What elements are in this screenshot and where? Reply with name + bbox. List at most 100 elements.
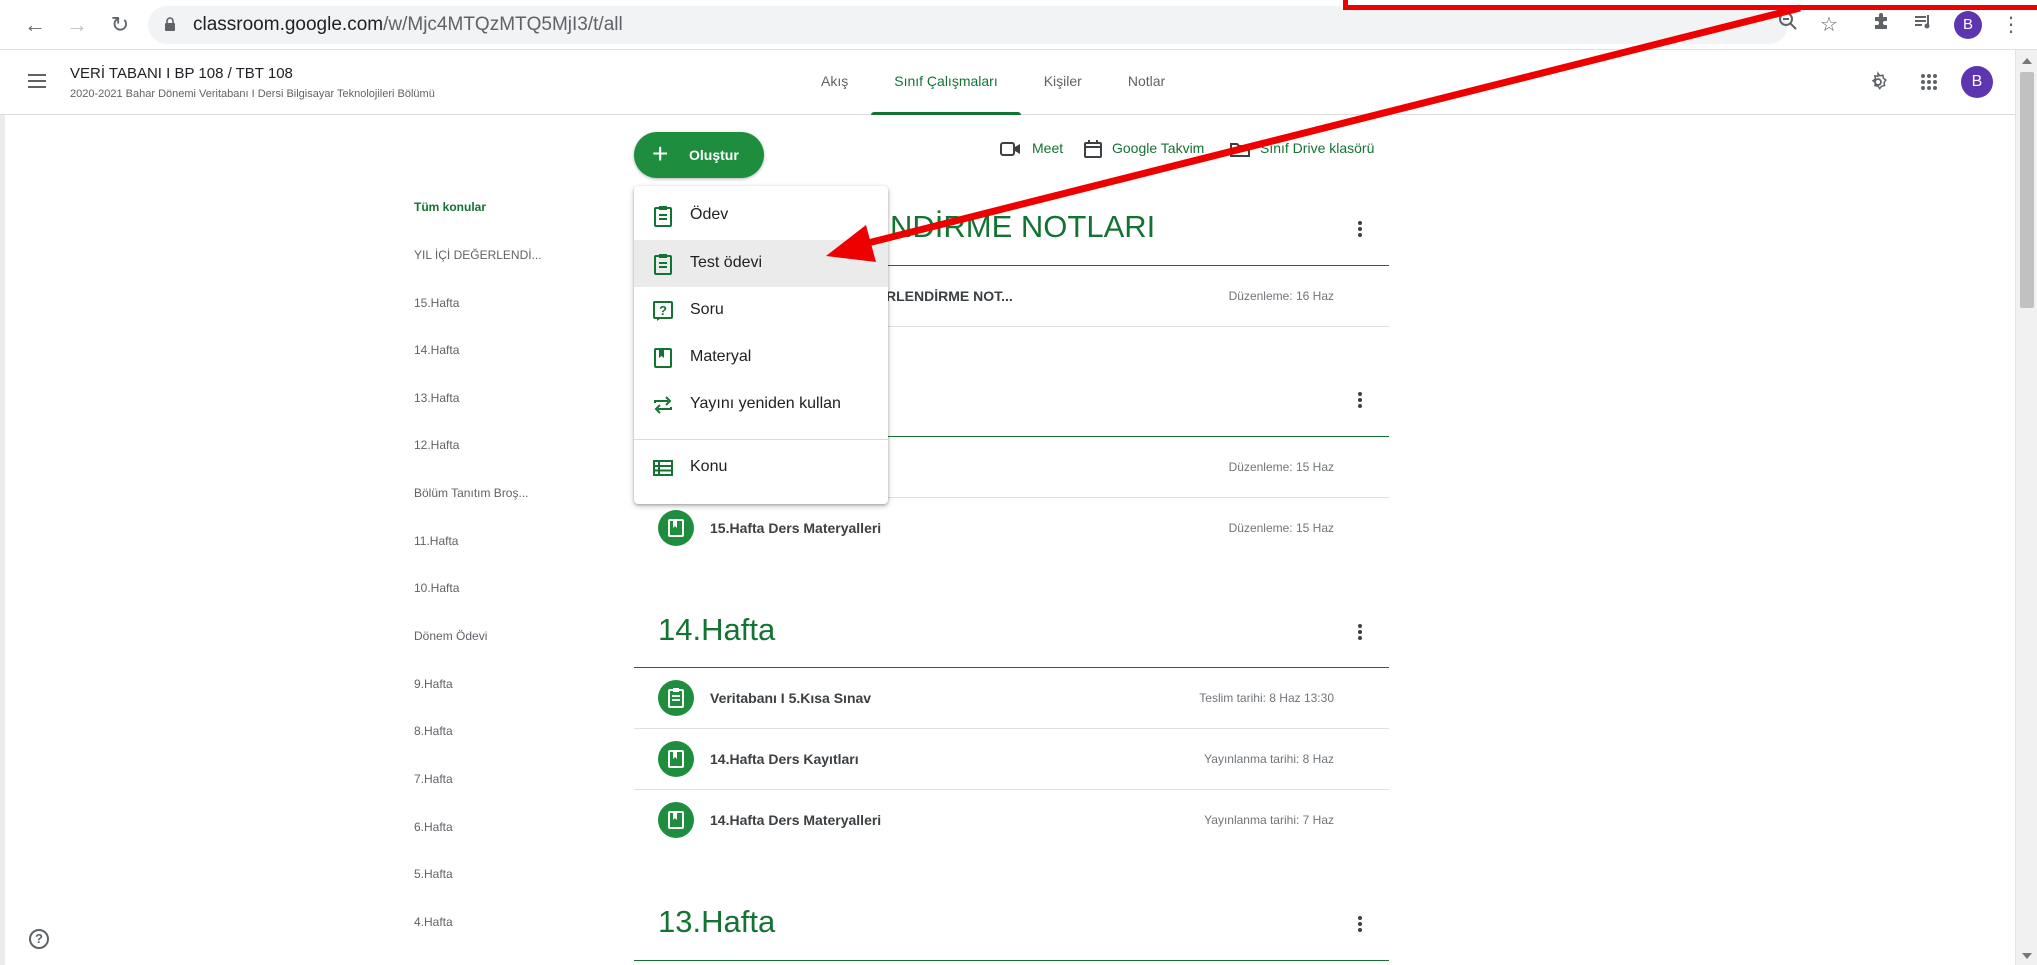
main-menu-icon[interactable] bbox=[28, 70, 54, 94]
assignment-icon bbox=[658, 680, 694, 716]
material-icon bbox=[654, 348, 672, 368]
url-text: classroom.google.com/w/Mjc4MTQzMTQ5MjI3/… bbox=[193, 14, 623, 35]
topic-link[interactable]: 4.Hafta bbox=[414, 915, 453, 929]
more-options-icon[interactable] bbox=[1355, 390, 1365, 410]
menu-item-label: Ödev bbox=[690, 206, 729, 223]
scroll-up-icon[interactable] bbox=[2022, 58, 2032, 64]
classroom-header: VERİ TABANI I BP 108 / TBT 108 2020-2021… bbox=[0, 50, 2015, 115]
svg-text:?: ? bbox=[659, 303, 667, 318]
lock-icon bbox=[165, 17, 175, 31]
material-icon bbox=[658, 510, 694, 546]
item-meta: Teslim tarihi: 8 Haz 13:30 bbox=[1199, 691, 1334, 705]
question-icon: ? bbox=[653, 301, 673, 321]
calendar-label: Google Takvim bbox=[1112, 140, 1205, 156]
settings-gear-icon[interactable] bbox=[1862, 66, 1894, 98]
topic-link[interactable]: 14.Hafta bbox=[414, 343, 459, 357]
topic-link[interactable]: 11.Hafta bbox=[414, 534, 458, 548]
forward-arrow-icon[interactable]: → bbox=[62, 10, 92, 40]
section-title: NDİRME NOTLARI bbox=[890, 209, 1156, 244]
apps-grid-icon[interactable] bbox=[1913, 66, 1945, 98]
meet-link[interactable]: Meet bbox=[1000, 140, 1063, 157]
material-icon bbox=[658, 741, 694, 777]
class-tabs: Akış Sınıf Çalışmaları Kişiler Notlar bbox=[798, 50, 1188, 115]
menu-item-topic[interactable]: Konu bbox=[634, 444, 888, 491]
menu-item-quiz-assignment[interactable]: Test ödevi bbox=[634, 240, 888, 287]
topic-link[interactable]: 7.Hafta bbox=[414, 772, 453, 786]
item-meta: Düzenleme: 16 Haz bbox=[1228, 289, 1334, 303]
menu-item-assignment[interactable]: Ödev bbox=[634, 192, 888, 239]
item-title: RLENDİRME NOT... bbox=[886, 288, 1013, 304]
drive-folder-link[interactable]: Sınıf Drive klasörü bbox=[1230, 140, 1375, 158]
item-title: 14.Hafta Ders Materyalleri bbox=[710, 812, 882, 828]
page-scrollbar[interactable] bbox=[2015, 50, 2037, 965]
tab-stream[interactable]: Akış bbox=[798, 50, 871, 115]
scroll-down-icon[interactable] bbox=[2022, 953, 2032, 959]
class-subtitle: 2020-2021 Bahar Dönemi Veritabanı I Ders… bbox=[70, 88, 435, 100]
assignment-icon bbox=[654, 206, 672, 227]
account-avatar[interactable]: B bbox=[1961, 66, 1993, 98]
section-title: 13.Hafta bbox=[658, 904, 776, 939]
material-icon bbox=[658, 802, 694, 838]
section-divider bbox=[634, 960, 1389, 961]
topic-list-icon bbox=[653, 460, 673, 476]
extensions-puzzle-icon[interactable] bbox=[1866, 10, 1896, 40]
more-options-icon[interactable] bbox=[1355, 622, 1365, 642]
menu-divider bbox=[634, 439, 888, 440]
item-meta: Düzenleme: 15 Haz bbox=[1228, 521, 1334, 535]
topic-link[interactable]: Bölüm Tanıtım Broş... bbox=[414, 486, 529, 500]
tab-classwork[interactable]: Sınıf Çalışmaları bbox=[871, 50, 1022, 115]
topic-link[interactable]: 8.Hafta bbox=[414, 724, 453, 738]
create-button[interactable]: + Oluştur bbox=[634, 132, 764, 178]
tab-grades[interactable]: Notlar bbox=[1105, 50, 1188, 115]
chrome-menu-icon[interactable]: ⋮ bbox=[1996, 10, 2026, 40]
calendar-icon bbox=[1084, 140, 1102, 159]
drive-folder-icon bbox=[1230, 143, 1250, 158]
menu-item-label: Konu bbox=[690, 458, 728, 475]
item-title: Veritabanı I 5.Kısa Sınav bbox=[710, 690, 872, 706]
classwork-item[interactable]: 15.Hafta Ders Materyalleri Düzenleme: 15… bbox=[634, 498, 1389, 559]
quiz-assignment-icon bbox=[654, 254, 672, 275]
item-title: 15.Hafta Ders Materyalleri bbox=[710, 520, 882, 536]
topic-link[interactable]: 13.Hafta bbox=[414, 391, 459, 405]
topic-link[interactable]: 15.Hafta bbox=[414, 296, 459, 310]
menu-item-label: Materyal bbox=[690, 348, 752, 365]
media-queue-icon[interactable] bbox=[1908, 10, 1938, 40]
back-arrow-icon[interactable]: ← bbox=[20, 10, 50, 40]
tab-people[interactable]: Kişiler bbox=[1021, 50, 1105, 115]
calendar-link[interactable]: Google Takvim bbox=[1084, 140, 1205, 159]
menu-item-reuse-post[interactable]: Yayını yeniden kullan bbox=[634, 381, 888, 428]
more-options-icon[interactable] bbox=[1355, 219, 1365, 239]
topic-link[interactable]: 6.Hafta bbox=[414, 820, 453, 834]
menu-item-material[interactable]: Materyal bbox=[634, 334, 888, 381]
repeat-icon bbox=[654, 396, 672, 414]
profile-avatar[interactable]: B bbox=[1954, 11, 1982, 39]
video-camera-icon bbox=[1000, 142, 1020, 157]
address-bar[interactable]: classroom.google.com/w/Mjc4MTQzMTQ5MjI3/… bbox=[148, 6, 1788, 44]
topic-link[interactable]: 12.Hafta bbox=[414, 438, 459, 452]
class-title[interactable]: VERİ TABANI I BP 108 / TBT 108 bbox=[70, 65, 293, 82]
zoom-out-icon[interactable] bbox=[1773, 10, 1803, 40]
create-button-label: Oluştur bbox=[689, 147, 739, 163]
meet-label: Meet bbox=[1032, 140, 1064, 156]
help-icon[interactable]: ? bbox=[29, 929, 49, 949]
item-meta: Yayınlanma tarihi: 7 Haz bbox=[1204, 813, 1334, 827]
more-options-icon[interactable] bbox=[1355, 914, 1365, 934]
classwork-item[interactable]: 14.Hafta Ders Kayıtları Yayınlanma tarih… bbox=[634, 729, 1389, 790]
topic-link[interactable]: YIL İÇİ DEĞERLENDİ... bbox=[414, 248, 542, 262]
item-title: 14.Hafta Ders Kayıtları bbox=[710, 751, 859, 767]
topic-link[interactable]: Dönem Ödevi bbox=[414, 629, 487, 643]
topic-link[interactable]: 10.Hafta bbox=[414, 581, 459, 595]
scrollbar-thumb[interactable] bbox=[2020, 72, 2034, 308]
reload-icon[interactable]: ↻ bbox=[105, 10, 135, 40]
create-menu: Ödev Test ödevi ? Soru Materyal Yayını y… bbox=[634, 186, 888, 504]
menu-item-label: Test ödevi bbox=[690, 254, 763, 271]
classwork-item[interactable]: Veritabanı I 5.Kısa Sınav Teslim tarihi:… bbox=[634, 668, 1389, 729]
topic-link[interactable]: Tüm konular bbox=[414, 200, 486, 214]
classwork-item[interactable]: 14.Hafta Ders Materyalleri Yayınlanma ta… bbox=[634, 790, 1389, 851]
topic-link[interactable]: 9.Hafta bbox=[414, 677, 453, 691]
star-icon[interactable]: ☆ bbox=[1814, 10, 1844, 40]
section-title: 14.Hafta bbox=[658, 612, 776, 647]
drive-label: Sınıf Drive klasörü bbox=[1260, 140, 1375, 156]
menu-item-question[interactable]: ? Soru bbox=[634, 287, 888, 334]
topic-link[interactable]: 5.Hafta bbox=[414, 867, 453, 881]
